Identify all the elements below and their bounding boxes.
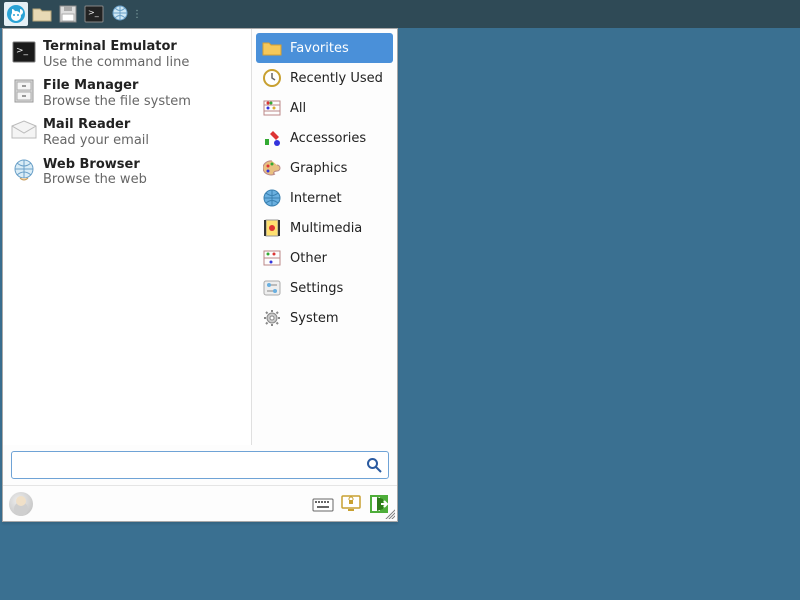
app-subtitle: Use the command line — [43, 55, 189, 71]
panel-separator: ⋮ — [134, 4, 140, 24]
whisker-menu-button[interactable] — [4, 2, 28, 26]
globe-icon — [263, 189, 281, 207]
app-file-manager[interactable]: File Manager Browse the file system — [7, 74, 247, 113]
app-web-browser[interactable]: Web Browser Browse the web — [7, 153, 247, 192]
search-icon — [364, 455, 384, 475]
app-terminal-emulator[interactable]: >_ Terminal Emulator Use the command lin… — [7, 35, 247, 74]
abacus-icon — [263, 100, 281, 116]
app-title: Terminal Emulator — [43, 39, 189, 55]
search-field-wrap — [11, 451, 389, 479]
resize-grip[interactable] — [383, 507, 395, 519]
terminal-icon: >_ — [12, 41, 36, 63]
category-recently-used[interactable]: Recently Used — [256, 63, 393, 93]
app-subtitle: Read your email — [43, 133, 149, 149]
app-title: File Manager — [43, 78, 191, 94]
category-graphics[interactable]: Graphics — [256, 153, 393, 183]
user-avatar[interactable] — [9, 492, 33, 516]
gear-icon — [263, 309, 281, 327]
categories-column: Favorites Recently Used All Accessories … — [251, 29, 397, 445]
menu-body: >_ Terminal Emulator Use the command lin… — [3, 29, 397, 445]
whisker-menu-popup: >_ Terminal Emulator Use the command lin… — [2, 28, 398, 522]
category-label: Multimedia — [290, 221, 362, 236]
monitor-lock-icon — [340, 494, 362, 514]
category-label: Accessories — [290, 131, 366, 146]
search-row — [3, 445, 397, 485]
category-label: Other — [290, 251, 327, 266]
category-label: Recently Used — [290, 71, 383, 86]
category-favorites[interactable]: Favorites — [256, 33, 393, 63]
mail-icon — [11, 120, 37, 140]
keyboard-icon — [312, 496, 334, 512]
abacus2-icon — [263, 250, 281, 266]
category-label: Graphics — [290, 161, 347, 176]
category-internet[interactable]: Internet — [256, 183, 393, 213]
category-multimedia[interactable]: Multimedia — [256, 213, 393, 243]
svg-text:>_: >_ — [88, 8, 100, 17]
floppy-launcher[interactable] — [56, 2, 80, 26]
svg-text:>_: >_ — [16, 46, 29, 56]
applications-column: >_ Terminal Emulator Use the command lin… — [3, 29, 251, 445]
app-title: Mail Reader — [43, 117, 149, 133]
clock-icon — [263, 69, 281, 87]
search-input[interactable] — [16, 456, 364, 475]
mouse-icon — [6, 4, 26, 24]
file-cabinet-icon — [13, 79, 35, 103]
top-panel: >_ ⋮ — [0, 0, 800, 28]
terminal-launcher[interactable]: >_ — [82, 2, 106, 26]
palette-icon — [263, 160, 281, 176]
app-title: Web Browser — [43, 157, 147, 173]
star-folder-icon — [262, 39, 282, 57]
folder-icon — [32, 5, 52, 23]
category-label: All — [290, 101, 306, 116]
lock-screen-button[interactable] — [339, 492, 363, 516]
terminal-icon: >_ — [84, 5, 104, 23]
category-settings[interactable]: Settings — [256, 273, 393, 303]
settings-editor-button[interactable] — [311, 492, 335, 516]
floppy-icon — [59, 5, 77, 23]
tools-color-icon — [263, 129, 281, 147]
category-all[interactable]: All — [256, 93, 393, 123]
category-label: Favorites — [290, 41, 349, 56]
app-subtitle: Browse the web — [43, 172, 147, 188]
category-label: Internet — [290, 191, 342, 206]
film-icon — [263, 219, 281, 237]
web-browser-launcher[interactable] — [108, 2, 132, 26]
app-subtitle: Browse the file system — [43, 94, 191, 110]
category-other[interactable]: Other — [256, 243, 393, 273]
category-label: Settings — [290, 281, 343, 296]
file-manager-launcher[interactable] — [30, 2, 54, 26]
globe-hand-icon — [12, 158, 36, 182]
app-mail-reader[interactable]: Mail Reader Read your email — [7, 113, 247, 152]
globe-hand-icon — [110, 4, 130, 24]
sliders-icon — [263, 280, 281, 296]
menu-footer — [3, 485, 397, 521]
category-accessories[interactable]: Accessories — [256, 123, 393, 153]
category-system[interactable]: System — [256, 303, 393, 333]
category-label: System — [290, 311, 338, 326]
